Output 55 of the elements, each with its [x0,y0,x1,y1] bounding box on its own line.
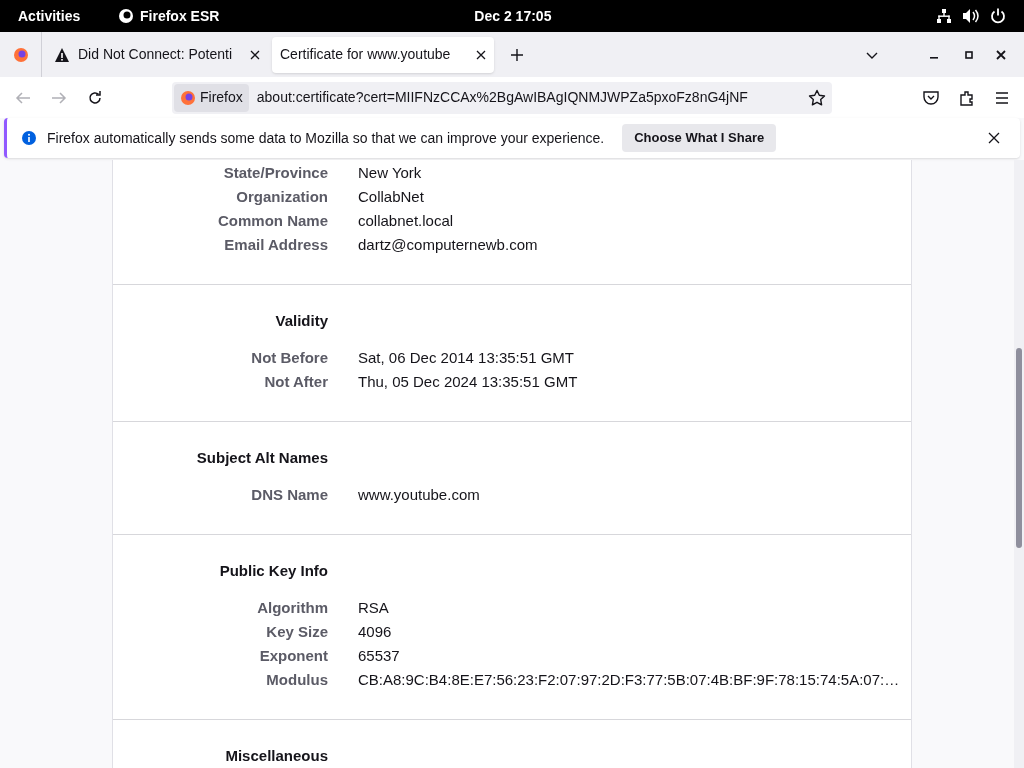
field-label: Modulus [265,670,328,690]
field-value: RSA [358,598,389,618]
info-icon [21,130,37,146]
field-value: Thu, 05 Dec 2024 13:35:51 GMT [358,372,578,392]
field-value: New York [358,163,422,183]
url-text[interactable]: about:certificate?cert=MIIFNzCCAx%2BgAwIBAgIQNMJWPZa5pxoFz8nG4jNF [256,87,789,108]
field-label: DNS Name [250,485,328,505]
field-value: CollabNet [358,187,424,207]
tab-title: Certificate for www.youtube [280,45,451,64]
maximize-icon[interactable] [964,49,974,60]
field-label: Common Name [216,211,328,231]
field-label: Organization [235,187,328,207]
field-value: Sat, 06 Dec 2014 13:35:51 GMT [358,348,574,368]
section-title: Validity [274,311,328,331]
field-label: Not Before [250,348,328,368]
choose-what-i-share-button[interactable]: Choose What I Share [622,124,777,152]
section-title: Miscellaneous [224,746,328,766]
field-label: Email Address [223,235,328,255]
reload-icon[interactable] [86,88,104,107]
browser-tab[interactable]: Did Not Connect: Potenti [46,36,268,73]
pocket-icon[interactable] [922,88,940,107]
power-icon[interactable] [990,8,1006,24]
address-bar[interactable]: Firefox about:certificate?cert=MIIFNzCCAx%2BgAwIBAgIQNMJWPZa5pxoFz8nG4jNF [172,81,832,114]
extensions-icon[interactable] [958,88,976,107]
field-label: Not After [263,372,328,392]
new-tab-icon[interactable] [510,47,524,62]
field-label: Exponent [258,646,328,666]
identity-button[interactable]: Firefox [174,83,249,112]
close-icon[interactable] [250,49,260,60]
clock[interactable]: Dec 2 17:05 [474,5,552,27]
close-icon[interactable] [996,49,1006,60]
field-value: www.youtube.com [358,485,480,505]
notification-message: Firefox automatically sends some data to Mozilla so that we can improve your experience. [47,128,605,148]
field-label: Key Size [265,622,328,642]
close-icon[interactable] [988,132,1000,144]
field-label: State/Province [222,163,328,183]
scrollbar[interactable] [1014,160,1024,768]
field-value: dartz@computernewb.com [358,235,538,255]
browser-tab[interactable]: Certificate for www.youtube [272,36,494,73]
star-icon[interactable] [808,88,826,107]
field-value: collabnet.local [358,211,454,231]
field-value: CB:A8:9C:B4:8E:E7:56:23:F2:07:97:2D:F3:77:5B:07:4B:BF:9F:78:15:74:5A:07:… [358,670,900,690]
menu-icon[interactable] [994,89,1010,106]
activities-button[interactable]: Activities [18,5,118,27]
field-value: 65537 [358,646,400,666]
close-icon[interactable] [476,49,486,60]
section-title: Public Key Info [218,561,328,581]
tab-title: Did Not Connect: Potenti [78,45,233,64]
app-name[interactable]: Firefox ESR [140,5,220,27]
field-label: Algorithm [256,598,328,618]
volume-icon[interactable] [962,8,980,24]
field-value: 4096 [358,622,392,642]
section-title: Subject Alt Names [195,448,328,468]
network-icon[interactable] [936,8,952,24]
warning-icon [54,46,70,63]
